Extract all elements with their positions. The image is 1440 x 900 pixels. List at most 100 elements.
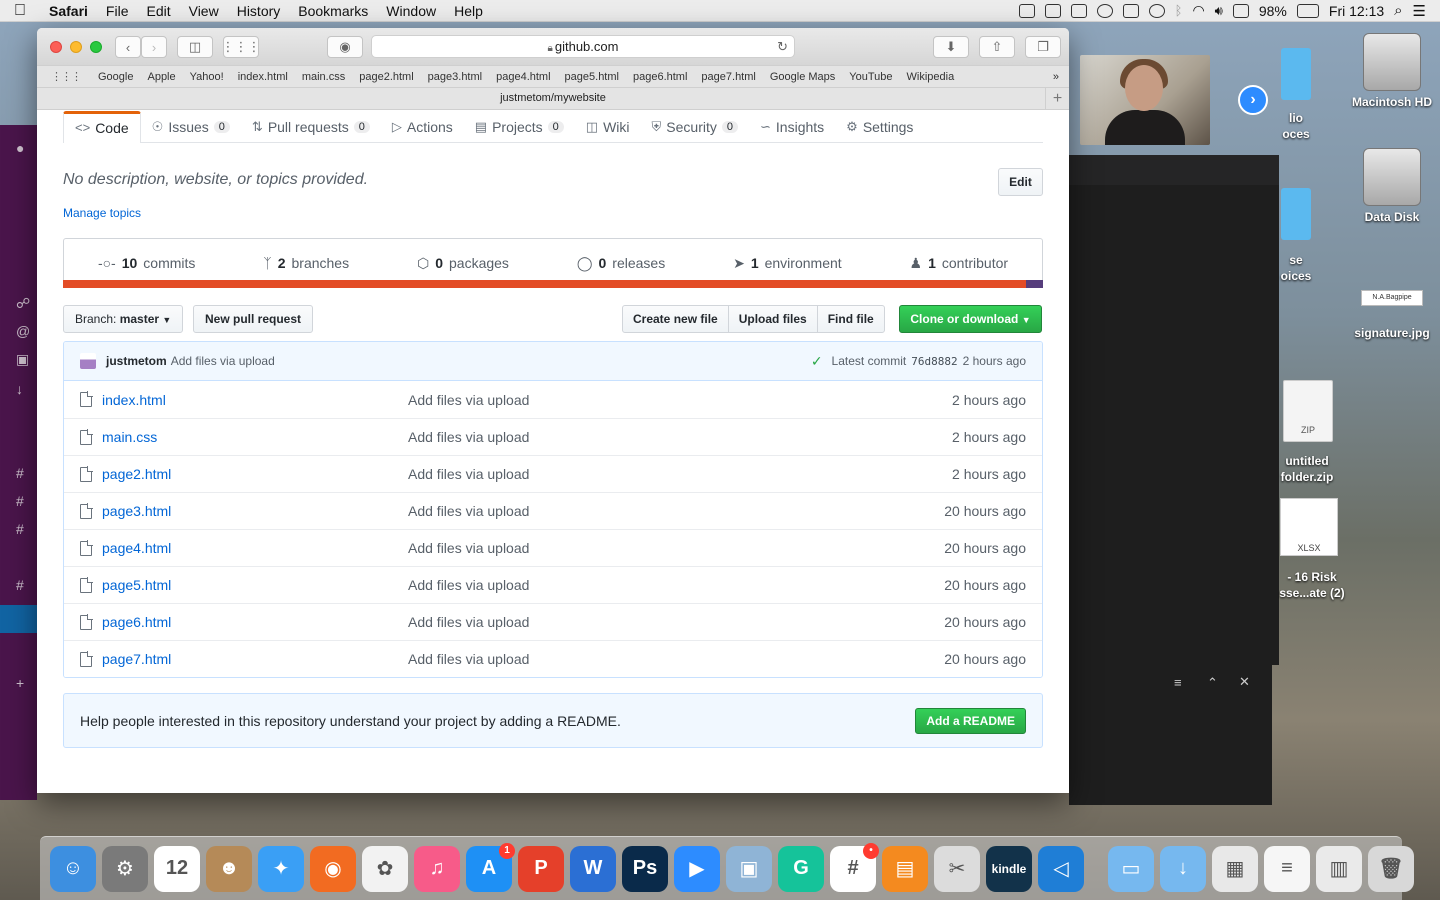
favorite-link[interactable]: Google Maps (763, 71, 842, 83)
menu-history[interactable]: History (228, 3, 290, 19)
tab-security[interactable]: ⛨ Security 0 (641, 111, 749, 142)
tab-settings[interactable]: ⚙ Settings (835, 111, 924, 142)
photoshop-icon[interactable]: Ps (622, 845, 668, 892)
summary-releases[interactable]: ◯ 0 releases (577, 255, 665, 272)
new-tab-icon[interactable]: + (1045, 88, 1069, 109)
file-commit-message[interactable]: Add files via upload (408, 503, 529, 519)
zoom-icon[interactable]: ▶ (674, 845, 720, 892)
favorite-link[interactable]: page2.html (352, 71, 420, 83)
favorite-link[interactable]: page7.html (694, 71, 762, 83)
apple-menu-icon[interactable]:  (0, 2, 40, 20)
commit-author[interactable]: justmetom (106, 354, 167, 368)
slack-add-icon[interactable]: + (16, 675, 24, 691)
slack-channel-icon[interactable]: # (16, 577, 24, 593)
clock[interactable]: Fri 12:13 (1329, 3, 1384, 19)
zoom-window-button[interactable] (90, 40, 102, 53)
share-button[interactable]: ⇧ (979, 36, 1015, 58)
check-icon[interactable]: ✓ (811, 353, 823, 370)
favorite-link[interactable]: Google (91, 71, 140, 83)
vscode-icon[interactable]: ◁ (1038, 845, 1084, 892)
desktop-icon-signature[interactable]: N.A.Bagpipe signature.jpg (1347, 290, 1437, 340)
desktop-icon-macintosh-hd[interactable]: Macintosh HD (1347, 33, 1437, 109)
summary-branches[interactable]: ᛉ 2 branches (263, 255, 349, 271)
sidebar-button[interactable]: ◫ (177, 36, 213, 58)
favorite-link[interactable]: Wikipedia (900, 71, 962, 83)
slack-channel-icon[interactable]: # (16, 521, 24, 537)
branch-select[interactable]: Branch: master ▼ (63, 305, 184, 333)
favorite-link[interactable]: page6.html (626, 71, 694, 83)
panel-filter-icon[interactable]: ≡ (1174, 675, 1182, 690)
finder-icon[interactable]: ☺ (50, 845, 96, 892)
find-file-button[interactable]: Find file (816, 305, 885, 333)
file-name-link[interactable]: main.css (102, 429, 408, 445)
file-name-link[interactable]: index.html (102, 392, 408, 408)
grammarly-icon[interactable]: G (778, 845, 824, 892)
favorite-link[interactable]: Apple (140, 71, 182, 83)
slack-channel-icon[interactable]: # (16, 493, 24, 509)
time-machine-icon[interactable] (1148, 3, 1165, 18)
file-name-link[interactable]: page5.html (102, 577, 408, 593)
clipboard-icon[interactable] (1122, 3, 1139, 18)
slack-selected-channel[interactable] (0, 605, 37, 633)
menu-app-name[interactable]: Safari (40, 3, 97, 19)
slack-more-icon[interactable]: ↓ (16, 381, 23, 397)
folder-icon[interactable] (1281, 48, 1311, 100)
commit-sha[interactable]: 76d8882 (911, 355, 957, 368)
zoom-status-icon[interactable] (1018, 3, 1035, 18)
creative-cloud-icon[interactable] (1096, 3, 1113, 18)
applications-folder-icon[interactable]: ▭ (1108, 845, 1154, 892)
reload-icon[interactable]: ↻ (777, 36, 788, 57)
firefox-icon[interactable]: ◉ (310, 845, 356, 892)
calendar-icon[interactable]: 12 (154, 845, 200, 892)
language-bar[interactable] (63, 280, 1043, 288)
xlsx-file-icon[interactable]: XLSX (1280, 498, 1338, 556)
scissors-icon[interactable]: ✂ (934, 845, 980, 892)
close-window-button[interactable] (50, 40, 62, 53)
panel-close-icon[interactable]: ✕ (1239, 674, 1250, 690)
spotlight-icon[interactable]: ⌕ (1394, 2, 1402, 19)
summary-environment[interactable]: ➤ 1 environment (733, 255, 842, 272)
zoom-expand-arrow-icon[interactable]: › (1238, 85, 1268, 115)
tab-pull-requests[interactable]: ⇅ Pull requests 0 (241, 111, 381, 142)
folder-icon[interactable] (1281, 188, 1311, 240)
upload-files-button[interactable]: Upload files (727, 305, 818, 333)
tab-wiki[interactable]: ◫ Wiki (575, 111, 641, 142)
tab-title[interactable]: justmetom/mywebsite (500, 92, 606, 104)
menu-help[interactable]: Help (445, 3, 492, 19)
dropbox-icon[interactable] (1044, 3, 1061, 18)
slack-channel-icon[interactable]: # (16, 465, 24, 481)
menu-view[interactable]: View (180, 3, 228, 19)
screen-record-icon[interactable] (1070, 3, 1087, 18)
input-source-icon[interactable] (1232, 3, 1249, 18)
back-button[interactable]: ‹ (115, 36, 141, 58)
volume-icon[interactable]: 🔊︎ (1215, 3, 1223, 19)
file-commit-message[interactable]: Add files via upload (408, 577, 529, 593)
favorites-overflow-icon[interactable]: » (1053, 71, 1069, 83)
slack-workspace-icon[interactable]: ● (16, 140, 24, 156)
menu-bookmarks[interactable]: Bookmarks (289, 3, 377, 19)
kindle-icon[interactable]: kindle (986, 845, 1032, 892)
downloads-button[interactable]: ⬇ (933, 36, 969, 58)
file-name-link[interactable]: page4.html (102, 540, 408, 556)
trash-icon[interactable]: 🗑 (1368, 845, 1414, 892)
bluetooth-icon[interactable]: ᛒ (1175, 3, 1183, 18)
zoom-document-icon[interactable]: ▥ (1316, 845, 1362, 892)
file-name-link[interactable]: page2.html (102, 466, 408, 482)
itunes-icon[interactable]: ♫ (414, 845, 460, 892)
file-name-link[interactable]: page7.html (102, 651, 408, 667)
zip-file-icon[interactable]: ZIP (1283, 380, 1333, 442)
menu-file[interactable]: File (97, 3, 138, 19)
tabs-overview-button[interactable]: ❐ (1025, 36, 1061, 58)
menu-window[interactable]: Window (377, 3, 445, 19)
tab-projects[interactable]: ▤ Projects 0 (464, 111, 575, 142)
grammarly-extension-button[interactable]: ◉ (327, 36, 363, 58)
safari-icon[interactable]: ✦ (258, 845, 304, 892)
favorite-link[interactable]: page5.html (558, 71, 626, 83)
zoom-video-thumbnail[interactable] (1080, 55, 1210, 145)
create-new-file-button[interactable]: Create new file (622, 305, 729, 333)
file-name-link[interactable]: page6.html (102, 614, 408, 630)
tab-code[interactable]: <> Code (63, 111, 141, 143)
favorites-grid-icon[interactable]: ⋮⋮⋮ (51, 70, 82, 83)
favorite-link[interactable]: index.html (231, 71, 295, 83)
address-bar[interactable]: 🔒︎ github.com ↻ (371, 35, 795, 58)
